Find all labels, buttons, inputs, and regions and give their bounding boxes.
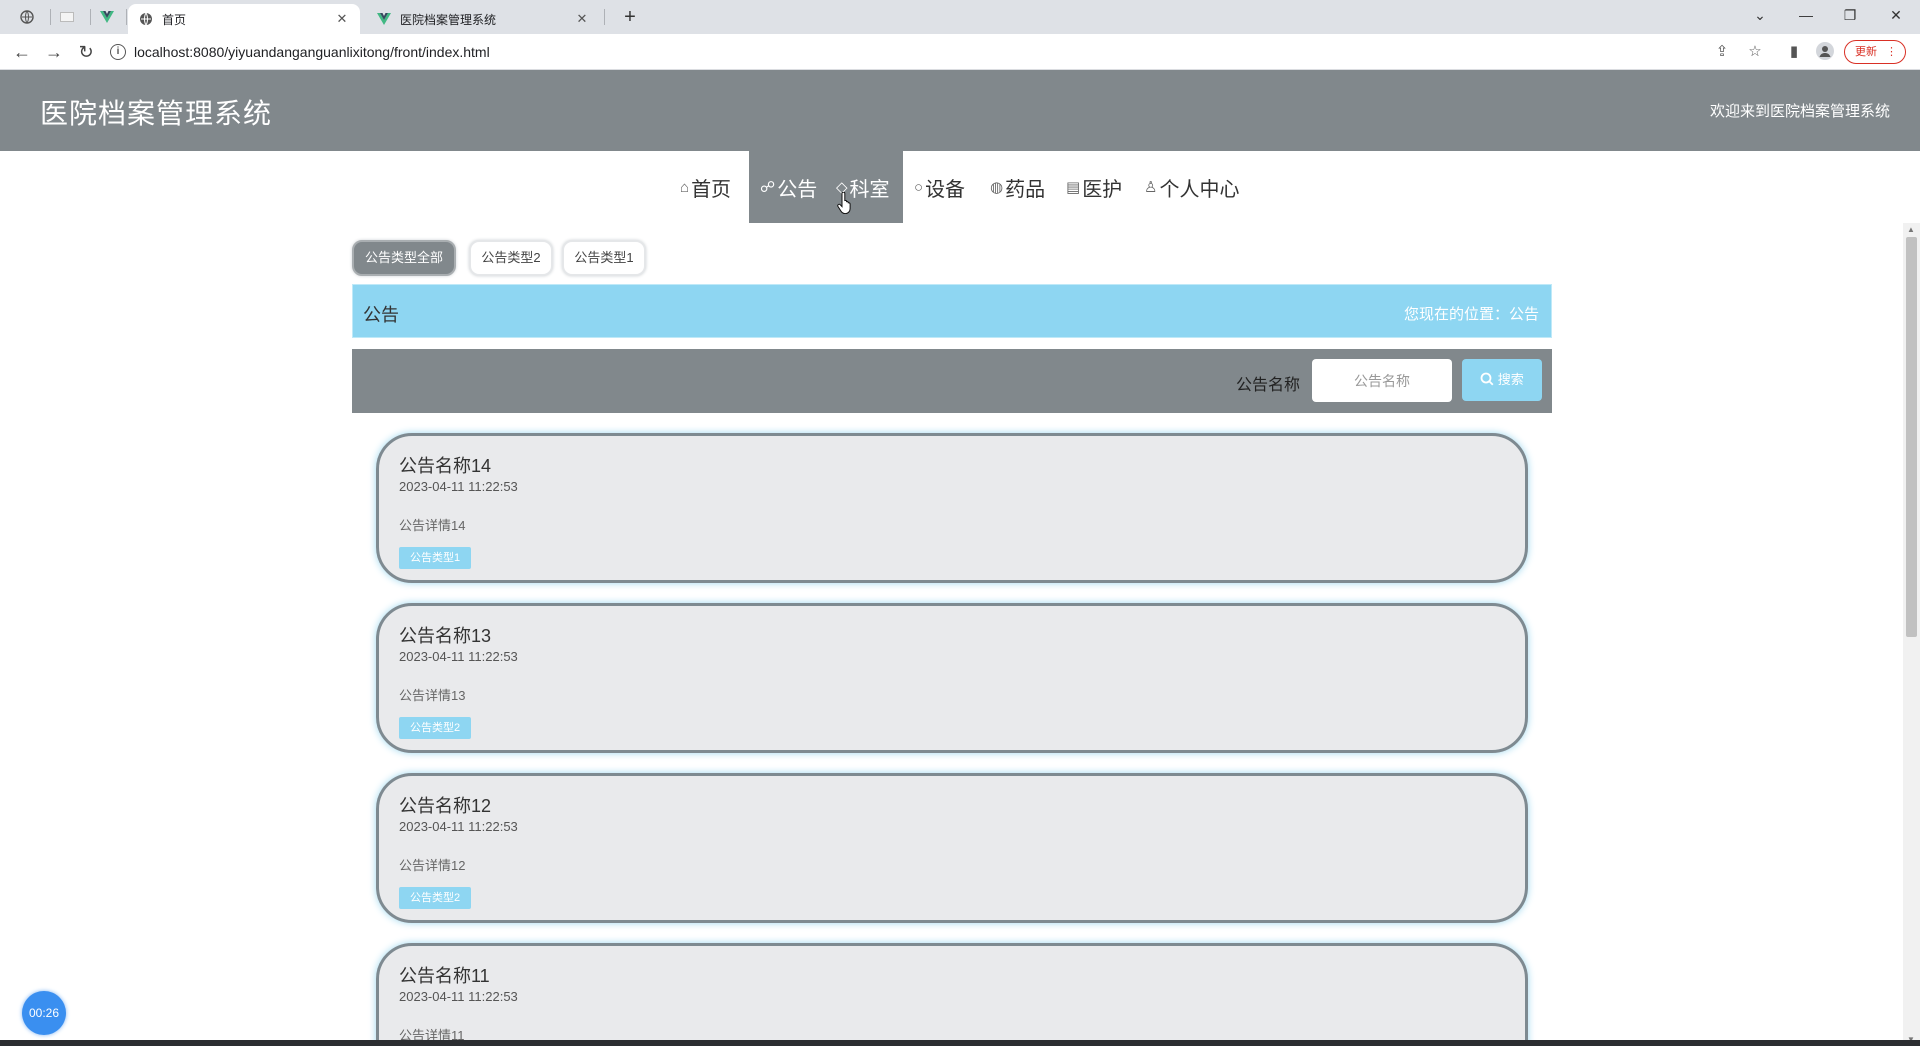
- notice-type-badge: 公告类型1: [399, 547, 472, 569]
- globe-icon[interactable]: [12, 6, 42, 28]
- tab-title: 医院档案管理系统: [400, 12, 497, 27]
- notice-desc: 公告详情14: [399, 518, 466, 533]
- page-title: 公告: [363, 305, 399, 325]
- notice-card[interactable]: 公告名称11 2023-04-11 11:22:53 公告详情11: [376, 943, 1528, 1046]
- scrollbar-thumb[interactable]: [1906, 237, 1917, 637]
- notice-card[interactable]: 公告名称14 2023-04-11 11:22:53 公告详情14 公告类型1: [376, 433, 1528, 583]
- notice-desc: 公告详情12: [399, 858, 466, 873]
- back-arrow-icon[interactable]: ←: [10, 40, 34, 64]
- nav-item-announcement[interactable]: ☍ 公告: [760, 151, 817, 223]
- filter-label: 公告类型全部: [364, 250, 443, 265]
- nav-item-label: 医护: [1082, 178, 1123, 201]
- search-label: 公告名称: [1236, 377, 1301, 394]
- notice-card[interactable]: 公告名称13 2023-04-11 11:22:53 公告详情13 公告类型2: [376, 603, 1528, 753]
- nav-item-label: 个人中心: [1159, 178, 1240, 201]
- globe-icon: ◍: [990, 179, 1004, 196]
- search-bar: 公告名称 搜索: [352, 349, 1552, 413]
- side-panel-icon[interactable]: ▮: [1784, 42, 1804, 62]
- nav-item-equipment[interactable]: ○ 设备: [914, 151, 965, 223]
- minimize-icon[interactable]: —: [1786, 2, 1826, 28]
- new-tab-icon[interactable]: +: [616, 5, 644, 29]
- notice-desc: 公告详情13: [399, 688, 466, 703]
- filter-label: 公告类型1: [574, 250, 634, 265]
- nav-item-label: 科室: [849, 178, 890, 201]
- notice-title: 公告名称14: [399, 456, 492, 476]
- tab-separator: [90, 9, 91, 25]
- site-title: 医院档案管理系统: [40, 98, 273, 129]
- close-window-icon[interactable]: ✕: [1876, 2, 1916, 28]
- address-bar: ← → ↻ i localhost:8080/yiyuandanganguanl…: [0, 34, 1920, 70]
- main-nav: ⌂ 首页 ☍ 公告 ◇ 科室 ○ 设备 ◍ 药品 ▤ 医护 ♙ 个人中心: [0, 151, 1920, 223]
- update-button[interactable]: 更新 ⋮: [1844, 40, 1906, 64]
- current-position: 您现在的位置：公告: [1403, 306, 1539, 323]
- site-info-icon[interactable]: i: [110, 44, 126, 60]
- tab-home[interactable]: 首页 ✕: [128, 4, 360, 34]
- nav-item-personal-center[interactable]: ♙ 个人中心: [1144, 151, 1239, 223]
- notice-time: 2023-04-11 11:22:53: [399, 479, 518, 494]
- bookmark-star-icon[interactable]: ☆: [1745, 42, 1765, 62]
- reload-icon[interactable]: ↻: [74, 40, 98, 64]
- vue-logo-icon[interactable]: [92, 6, 122, 28]
- filter-label: 公告类型2: [481, 250, 541, 265]
- page-scrollbar[interactable]: ▲ ▼: [1903, 223, 1920, 1046]
- tab-separator: [604, 9, 605, 25]
- clipboard-icon: ▤: [1066, 179, 1081, 196]
- nav-item-medical-staff[interactable]: ▤ 医护: [1066, 151, 1122, 223]
- breadcrumb: 公告 您现在的位置：公告: [352, 284, 1552, 338]
- bottom-strip: [0, 1040, 1920, 1046]
- welcome-text: 欢迎来到医院档案管理系统: [1709, 103, 1890, 120]
- scroll-up-arrow-icon[interactable]: ▲: [1907, 225, 1915, 234]
- nav-item-label: 公告: [777, 178, 818, 201]
- forward-arrow-icon[interactable]: →: [42, 40, 66, 64]
- notice-time: 2023-04-11 11:22:53: [399, 649, 518, 664]
- announcement-icon: ☍: [760, 179, 776, 196]
- nav-item-label: 设备: [925, 178, 966, 201]
- share-icon[interactable]: ⇪: [1712, 42, 1732, 62]
- nav-item-label: 首页: [691, 178, 732, 201]
- nav-item-label: 药品: [1005, 178, 1046, 201]
- filter-type-2[interactable]: 公告类型2: [469, 240, 553, 276]
- close-tab-icon[interactable]: ✕: [334, 11, 350, 27]
- tab-search-chevron-icon[interactable]: ⌄: [1740, 2, 1780, 28]
- user-icon: ♙: [1144, 179, 1158, 196]
- filter-type-all[interactable]: 公告类型全部: [352, 240, 456, 276]
- blank-page-icon[interactable]: [52, 6, 82, 28]
- url-text: localhost:8080/yiyuandanganguanlixitong/…: [134, 44, 490, 60]
- close-tab-icon[interactable]: ✕: [574, 11, 590, 27]
- update-label: 更新: [1855, 46, 1877, 58]
- tab-separator: [50, 9, 51, 25]
- recording-timer: 00:26: [22, 991, 66, 1035]
- search-input[interactable]: [1312, 359, 1452, 402]
- more-options-icon: ⋮: [1886, 46, 1897, 58]
- url-field[interactable]: i localhost:8080/yiyuandanganguanlixiton…: [110, 39, 1770, 65]
- profile-avatar-icon[interactable]: [1815, 42, 1835, 62]
- search-icon: [1480, 372, 1498, 387]
- hand-cursor-icon: [837, 192, 851, 214]
- notice-title: 公告名称11: [399, 966, 490, 986]
- notice-title: 公告名称13: [399, 626, 492, 646]
- tab-hospital-system[interactable]: 医院档案管理系统 ✕: [366, 4, 600, 34]
- notice-time: 2023-04-11 11:22:53: [399, 819, 518, 834]
- notice-type-badge: 公告类型2: [399, 887, 472, 909]
- search-button-label: 搜索: [1497, 372, 1524, 387]
- restore-icon[interactable]: ❐: [1830, 2, 1870, 28]
- tab-separator: [126, 9, 127, 25]
- tab-title: 首页: [162, 12, 187, 27]
- nav-item-home[interactable]: ⌂ 首页: [680, 151, 731, 223]
- vue-logo-icon: [376, 11, 392, 27]
- home-icon: ⌂: [680, 178, 690, 196]
- filter-type-1[interactable]: 公告类型1: [562, 240, 646, 276]
- notice-type-badge: 公告类型2: [399, 717, 472, 739]
- circle-icon: ○: [914, 178, 924, 196]
- site-header: 医院档案管理系统 欢迎来到医院档案管理系统: [0, 70, 1920, 151]
- notice-time: 2023-04-11 11:22:53: [399, 989, 518, 1004]
- nav-item-medicine[interactable]: ◍ 药品: [990, 151, 1045, 223]
- browser-tab-bar: 首页 ✕ 医院档案管理系统 ✕ + ⌄ — ❐ ✕: [0, 0, 1920, 34]
- notice-card[interactable]: 公告名称12 2023-04-11 11:22:53 公告详情12 公告类型2: [376, 773, 1528, 923]
- globe-icon: [138, 11, 154, 27]
- search-button[interactable]: 搜索: [1462, 359, 1542, 401]
- notice-title: 公告名称12: [399, 796, 492, 816]
